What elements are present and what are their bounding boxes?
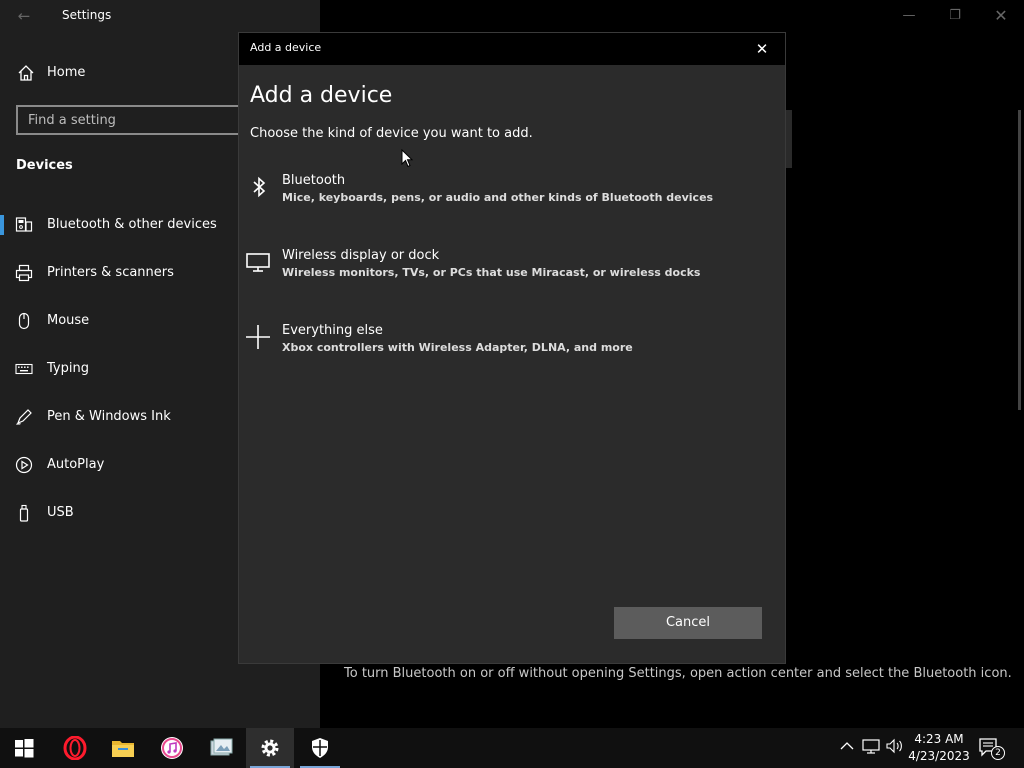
option-title: Wireless display or dock	[282, 248, 440, 263]
keyboard-icon	[15, 363, 33, 375]
close-window-icon[interactable]: ✕	[987, 6, 1015, 26]
clock-time: 4:23 AM	[914, 732, 964, 746]
itunes-icon	[161, 737, 183, 759]
monitor-icon	[246, 253, 270, 272]
clock-date: 4/23/2023	[908, 749, 970, 763]
network-icon[interactable]	[862, 738, 880, 758]
home-icon	[18, 65, 34, 81]
volume-icon[interactable]	[886, 738, 904, 758]
taskbar-itunes[interactable]	[148, 728, 196, 768]
settings-titlebar: ← Settings	[0, 0, 320, 32]
autoplay-icon	[15, 456, 33, 474]
minimize-icon[interactable]: —	[895, 6, 923, 26]
dialog-subtitle: Choose the kind of device you want to ad…	[250, 126, 533, 141]
desktop-screen: ← Settings Home Devices Bluetooth & othe…	[0, 0, 1024, 768]
sidebar-item-printers[interactable]: Printers & scanners	[0, 255, 238, 291]
chevron-up-icon[interactable]	[839, 738, 855, 758]
mouse-cursor-icon	[401, 149, 414, 168]
cancel-button[interactable]: Cancel	[614, 607, 762, 639]
option-description: Mice, keyboards, pens, or audio and othe…	[282, 191, 714, 204]
sidebar-item-label: Pen & Windows Ink	[47, 409, 171, 424]
sidebar-item-usb[interactable]: USB	[0, 495, 238, 531]
photos-icon	[210, 738, 233, 756]
windows-start-icon	[15, 739, 34, 758]
taskbar-opera[interactable]	[51, 728, 99, 768]
section-title: Devices	[16, 158, 73, 173]
bluetooth-devices-icon	[15, 217, 33, 232]
dialog-heading: Add a device	[250, 83, 393, 108]
notification-count-badge: 2	[991, 746, 1005, 760]
file-explorer-icon	[112, 741, 134, 757]
sidebar-item-mouse[interactable]: Mouse	[0, 303, 238, 339]
sidebar-item-label: Printers & scanners	[47, 265, 174, 280]
windows-security-icon	[312, 738, 328, 758]
sidebar-item-label: AutoPlay	[47, 457, 105, 472]
restore-icon[interactable]: ❐	[941, 6, 969, 26]
mouse-icon	[18, 312, 30, 330]
option-title: Bluetooth	[282, 173, 346, 188]
pen-icon	[16, 409, 32, 425]
bluetooth-hint-text: To turn Bluetooth on or off without open…	[344, 666, 1012, 681]
sidebar-item-autoplay[interactable]: AutoPlay	[0, 447, 238, 483]
sidebar-item-pen[interactable]: Pen & Windows Ink	[0, 399, 238, 435]
option-bluetooth[interactable]: Bluetooth Mice, keyboards, pens, or audi…	[239, 165, 785, 225]
start-button[interactable]	[0, 728, 48, 768]
opera-icon	[63, 736, 87, 760]
option-title: Everything else	[282, 323, 383, 338]
back-arrow-icon[interactable]: ←	[14, 6, 34, 26]
home-label: Home	[47, 65, 86, 80]
sidebar-item-typing[interactable]: Typing	[0, 351, 238, 387]
option-everything-else[interactable]: Everything else Xbox controllers with Wi…	[239, 315, 785, 375]
taskbar: 4:23 AM 4/23/2023 2	[0, 728, 1024, 768]
sidebar-item-label: Typing	[47, 361, 89, 376]
add-device-dialog: Add a device ✕ Add a device Choose the k…	[238, 32, 786, 664]
taskbar-settings[interactable]	[246, 728, 294, 768]
sidebar-item-bluetooth[interactable]: Bluetooth & other devices	[0, 207, 238, 243]
option-description: Xbox controllers with Wireless Adapter, …	[282, 341, 633, 354]
sidebar-item-label: USB	[47, 505, 74, 520]
option-wireless-display[interactable]: Wireless display or dock Wireless monito…	[239, 240, 785, 300]
dialog-titlebar: Add a device ✕	[239, 33, 785, 65]
taskbar-clock[interactable]: 4:23 AM 4/23/2023	[906, 731, 972, 765]
option-description: Wireless monitors, TVs, or PCs that use …	[282, 266, 701, 279]
plus-icon	[246, 325, 270, 349]
taskbar-windows-security[interactable]	[296, 728, 344, 768]
nav-home[interactable]: Home	[0, 57, 240, 89]
search-input[interactable]	[28, 111, 238, 129]
bluetooth-icon	[253, 176, 266, 198]
printer-icon	[15, 264, 33, 282]
scrollbar[interactable]	[1018, 110, 1021, 410]
settings-gear-icon	[261, 739, 279, 757]
usb-icon	[19, 504, 29, 522]
sidebar-item-label: Mouse	[47, 313, 90, 328]
search-box[interactable]	[16, 105, 256, 135]
app-title: Settings	[62, 8, 112, 22]
sidebar-item-label: Bluetooth & other devices	[47, 217, 217, 232]
action-center-button[interactable]: 2	[978, 736, 1005, 760]
background-card-edge	[786, 110, 792, 168]
close-icon[interactable]: ✕	[751, 39, 773, 59]
dialog-title: Add a device	[250, 41, 322, 54]
taskbar-file-explorer[interactable]	[99, 728, 147, 768]
taskbar-photos[interactable]	[197, 728, 245, 768]
